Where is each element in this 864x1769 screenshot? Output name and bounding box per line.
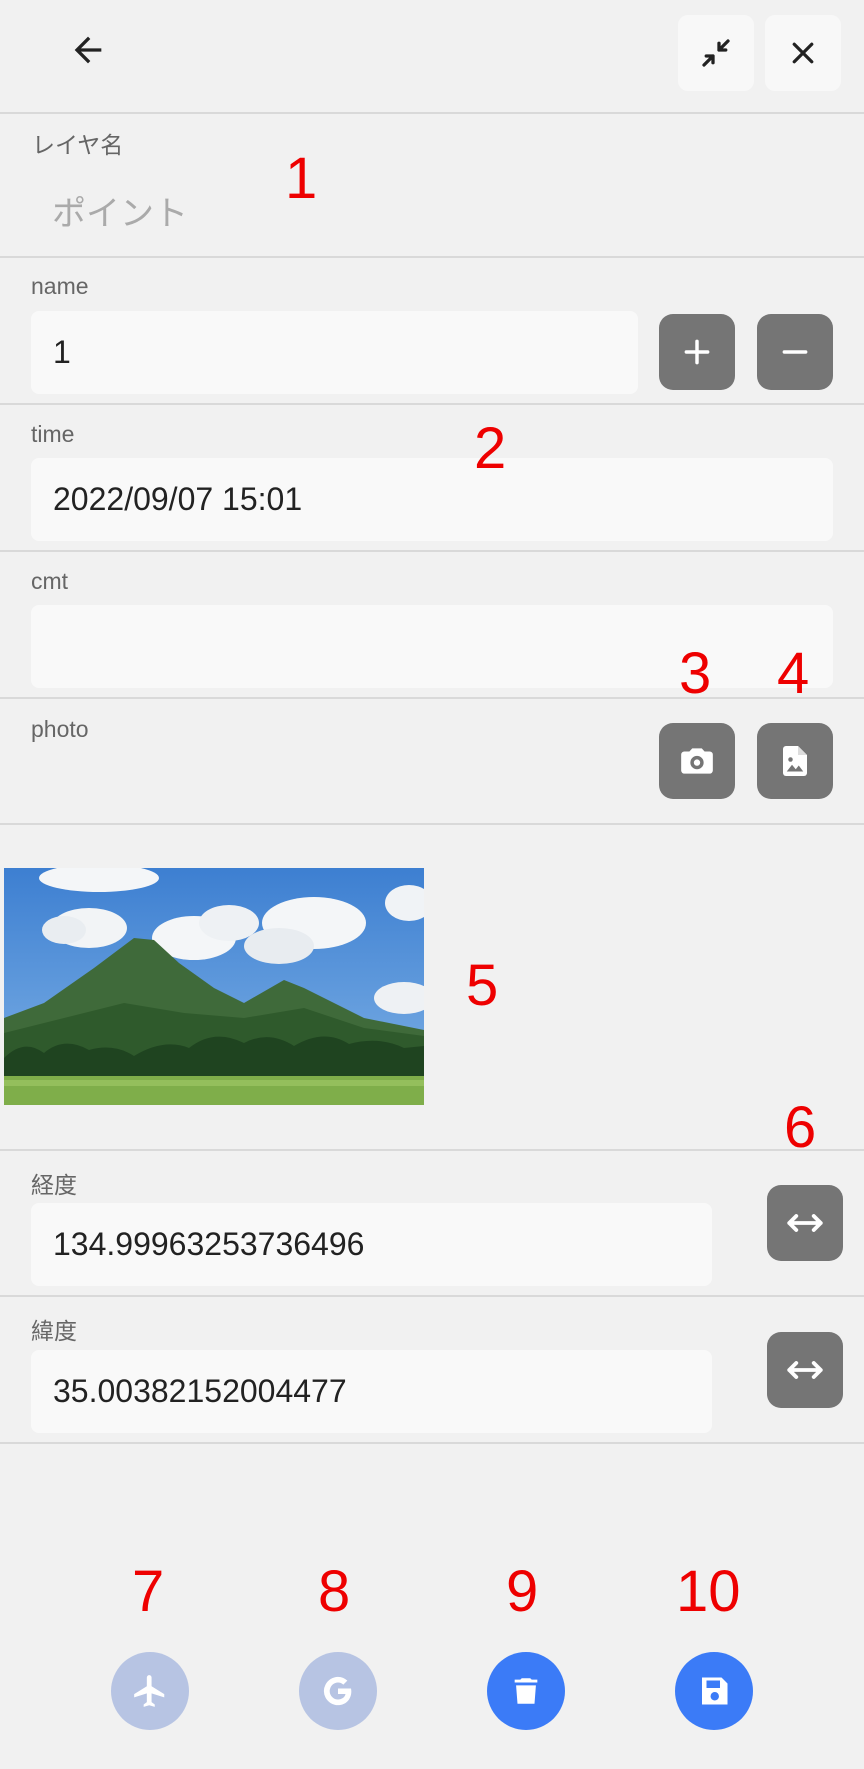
annotation-9: 9 — [506, 1559, 539, 1624]
layer-name-label: レイヤ名 — [32, 132, 124, 158]
divider — [0, 1295, 864, 1297]
latitude-swap-button[interactable] — [767, 1332, 843, 1408]
back-button[interactable] — [56, 18, 120, 82]
close-button[interactable] — [765, 15, 841, 91]
divider — [0, 1442, 864, 1444]
annotation-8: 8 — [318, 1559, 351, 1624]
latitude-input[interactable]: 35.00382152004477 — [31, 1350, 712, 1433]
save-icon — [702, 1677, 728, 1705]
airplane-button[interactable] — [111, 1652, 189, 1730]
photo-thumbnail[interactable] — [4, 868, 424, 1105]
divider — [0, 697, 864, 699]
cmt-label: cmt — [31, 568, 69, 594]
close-icon — [792, 42, 814, 64]
divider — [0, 823, 864, 825]
time-label: time — [31, 421, 75, 447]
latitude-input-value: 35.00382152004477 — [53, 1373, 347, 1409]
mountain-landscape-image — [4, 868, 424, 1105]
annotation-5: 5 — [466, 953, 499, 1018]
delete-button[interactable] — [487, 1652, 565, 1730]
name-input-value: 1 — [53, 334, 71, 370]
cmt-input[interactable] — [31, 605, 833, 688]
collapse-arrows-icon — [702, 39, 730, 67]
longitude-input-value: 134.99963253736496 — [53, 1226, 365, 1262]
longitude-input[interactable]: 134.99963253736496 — [31, 1203, 712, 1286]
layer-name-value: ポイント — [52, 195, 188, 233]
camera-button[interactable] — [659, 723, 735, 799]
annotation-7: 7 — [132, 1559, 165, 1624]
latitude-label: 緯度 — [31, 1318, 77, 1344]
divider — [0, 1149, 864, 1151]
arrow-left-icon — [74, 36, 102, 64]
increment-button[interactable] — [659, 314, 735, 390]
plus-icon — [684, 339, 710, 365]
divider — [0, 550, 864, 552]
annotation-1: 1 — [285, 146, 318, 211]
annotation-6: 6 — [784, 1095, 817, 1160]
name-input[interactable]: 1 — [31, 311, 638, 394]
divider — [0, 256, 864, 258]
photo-label: photo — [31, 716, 89, 742]
image-file-icon — [783, 746, 807, 776]
annotation-10: 10 — [676, 1559, 741, 1624]
annotation-4: 4 — [777, 641, 810, 706]
minus-icon — [782, 350, 808, 354]
save-button[interactable] — [675, 1652, 753, 1730]
google-g-icon — [323, 1676, 352, 1706]
annotation-2: 2 — [474, 416, 507, 481]
left-right-arrow-icon — [787, 1361, 823, 1379]
divider — [0, 112, 864, 114]
longitude-label: 経度 — [31, 1172, 77, 1198]
name-label: name — [31, 273, 89, 299]
camera-icon — [681, 748, 713, 774]
annotation-3: 3 — [679, 641, 712, 706]
time-input[interactable]: 2022/09/07 15:01 — [31, 458, 833, 541]
decrement-button[interactable] — [757, 314, 833, 390]
longitude-swap-button[interactable] — [767, 1185, 843, 1261]
divider — [0, 403, 864, 405]
time-input-value: 2022/09/07 15:01 — [53, 481, 303, 517]
collapse-button[interactable] — [678, 15, 754, 91]
trash-icon — [514, 1678, 538, 1704]
google-button[interactable] — [299, 1652, 377, 1730]
left-right-arrow-icon — [787, 1214, 823, 1232]
gallery-image-button[interactable] — [757, 723, 833, 799]
airplane-icon — [134, 1675, 165, 1707]
